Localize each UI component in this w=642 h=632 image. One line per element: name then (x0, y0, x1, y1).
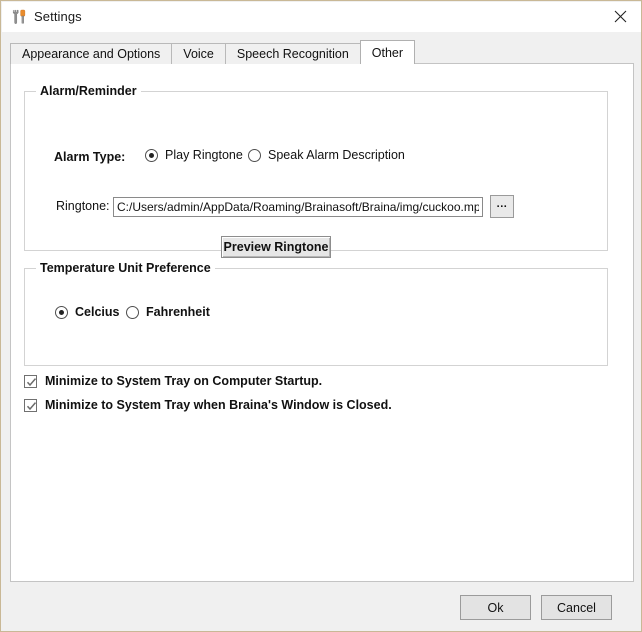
temperature-unit-preference-group: Temperature Unit Preference Celcius Fahr… (24, 261, 608, 366)
radio-label: Fahrenheit (146, 305, 210, 319)
tab-strip: Appearance and Options Voice Speech Reco… (10, 40, 634, 64)
cancel-button[interactable]: Cancel (541, 595, 612, 620)
preview-ringtone-button[interactable]: Preview Ringtone (221, 236, 331, 258)
group-title: Alarm/Reminder (36, 84, 141, 98)
tab-appearance-and-options[interactable]: Appearance and Options (10, 43, 173, 64)
tab-speech-recognition[interactable]: Speech Recognition (224, 43, 361, 64)
window-title: Settings (34, 9, 82, 24)
radio-label: Play Ringtone (165, 148, 243, 162)
radio-indicator (145, 148, 158, 162)
ok-button[interactable]: Ok (460, 595, 531, 620)
tab-label: Speech Recognition (236, 47, 349, 61)
alarm-reminder-group: Alarm/Reminder Alarm Type: Play Ringtone… (24, 84, 608, 258)
browse-button[interactable]: ... (490, 195, 514, 218)
checkbox-minimize-on-startup[interactable]: Minimize to System Tray on Computer Star… (24, 374, 322, 388)
settings-window: Settings Appearance and Options Voice Sp… (0, 0, 642, 632)
radio-indicator (55, 305, 68, 319)
tab-label: Appearance and Options (22, 47, 161, 61)
radio-speak-alarm-description[interactable]: Speak Alarm Description (248, 148, 405, 162)
radio-celcius[interactable]: Celcius (55, 305, 119, 319)
radio-play-ringtone[interactable]: Play Ringtone (145, 148, 243, 162)
radio-label: Celcius (75, 305, 120, 319)
radio-label: Speak Alarm Description (268, 148, 405, 162)
checkbox-minimize-on-close[interactable]: Minimize to System Tray when Braina's Wi… (24, 398, 392, 412)
alarm-type-label: Alarm Type: (54, 150, 126, 164)
tab-label: Other (371, 45, 404, 60)
tab-voice[interactable]: Voice (171, 43, 226, 64)
radio-fahrenheit[interactable]: Fahrenheit (126, 305, 210, 319)
radio-indicator (126, 305, 139, 319)
checkbox-label: Minimize to System Tray on Computer Star… (45, 374, 323, 388)
group-title: Temperature Unit Preference (36, 261, 215, 275)
close-icon[interactable] (598, 2, 641, 31)
radio-indicator (248, 148, 261, 162)
ok-label: Ok (487, 600, 504, 615)
checkmark-icon (24, 374, 37, 388)
preview-ringtone-label: Preview Ringtone (223, 240, 329, 254)
tab-label: Voice (183, 47, 214, 61)
tab-panel-other: Alarm/Reminder Alarm Type: Play Ringtone… (10, 63, 634, 582)
checkbox-label: Minimize to System Tray when Braina's Wi… (45, 398, 392, 412)
ringtone-label: Ringtone: (56, 199, 110, 213)
ringtone-path-input[interactable] (113, 197, 483, 217)
ellipsis-icon: ... (496, 198, 508, 210)
tab-other[interactable]: Other (359, 40, 416, 64)
cancel-label: Cancel (557, 600, 596, 615)
title-bar: Settings (2, 2, 641, 32)
tools-icon (10, 8, 28, 26)
checkmark-icon (24, 398, 37, 412)
